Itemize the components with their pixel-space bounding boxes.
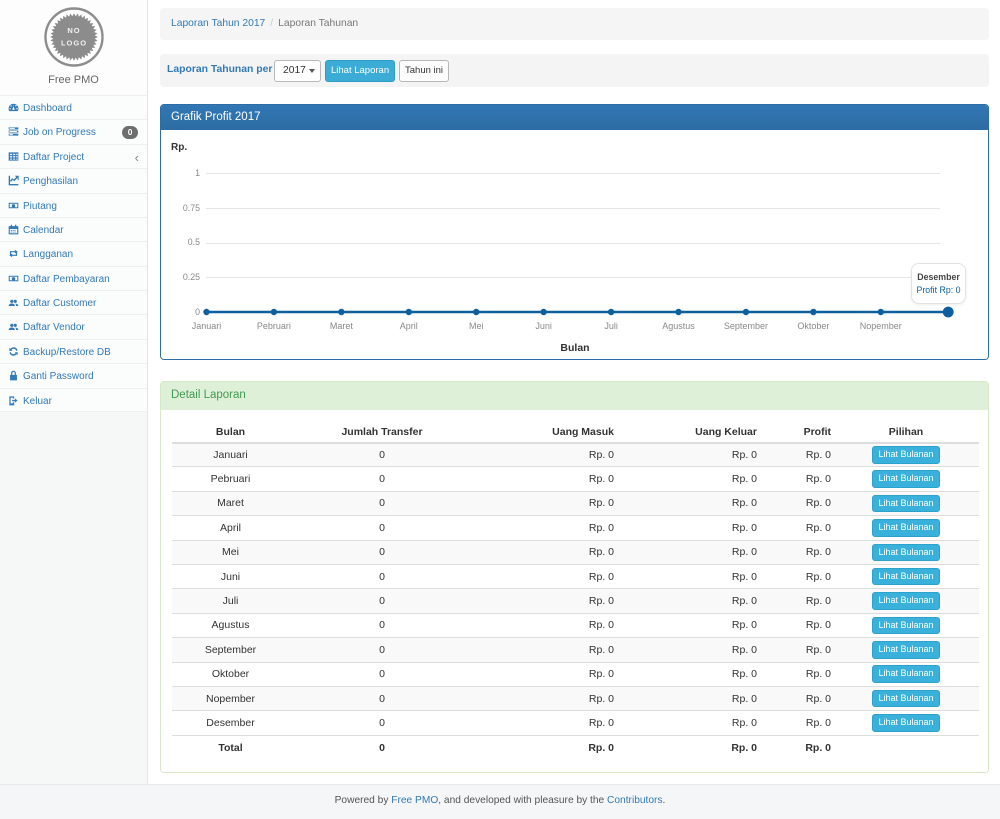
svg-text:NO: NO [67,26,80,35]
svg-text:LOGO: LOGO [61,39,87,48]
